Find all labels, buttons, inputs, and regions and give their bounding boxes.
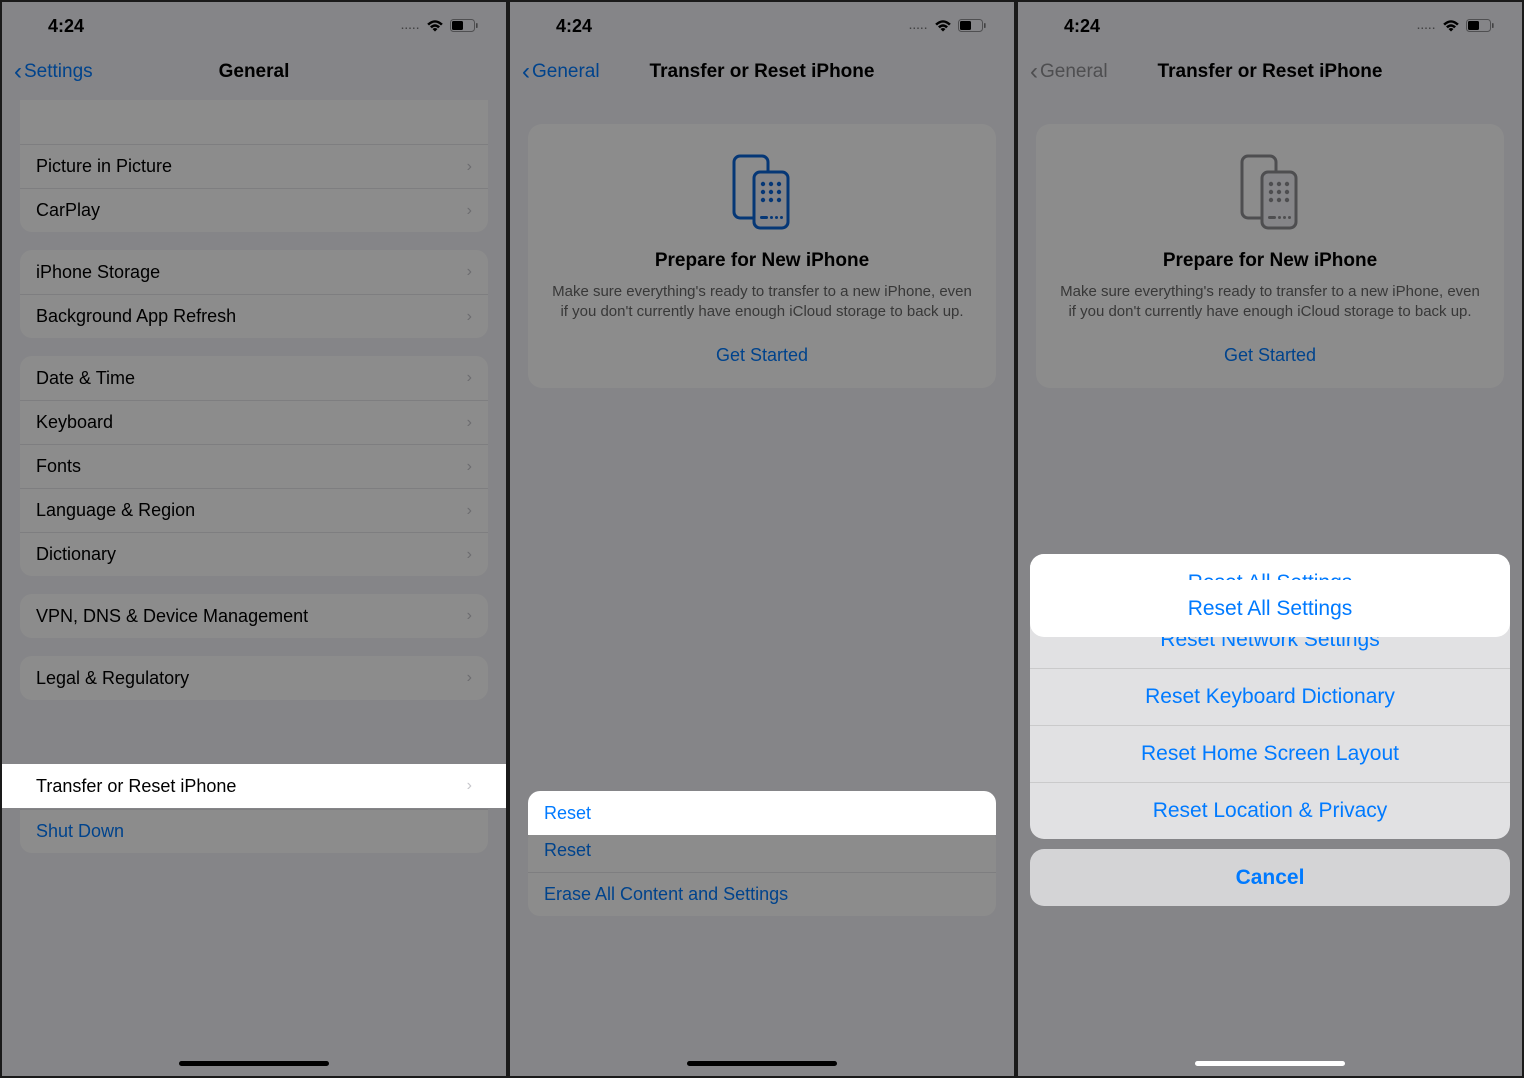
status-time: 4:24 [1064, 16, 1100, 37]
cellular-dots: ..... [401, 21, 420, 32]
reset-row-highlight[interactable]: Reset [528, 791, 996, 835]
cellular-dots: ..... [909, 21, 928, 32]
transfer-devices-icon [1058, 152, 1482, 232]
prepare-heading: Prepare for New iPhone [1058, 250, 1482, 272]
back-label: Settings [24, 61, 93, 83]
settings-row-dictionary[interactable]: Dictionary› [20, 532, 488, 576]
settings-row-iphone-storage[interactable]: iPhone Storage› [20, 250, 488, 294]
prepare-body: Make sure everything's ready to transfer… [1058, 282, 1482, 323]
get-started-link[interactable]: Get Started [1224, 345, 1316, 365]
prepare-heading: Prepare for New iPhone [550, 250, 974, 272]
transfer-devices-icon [550, 152, 974, 232]
nav-title: General [219, 61, 290, 83]
settings-row-legal[interactable]: Legal & Regulatory› [20, 656, 488, 700]
battery-icon [450, 16, 478, 37]
back-button-disabled: ‹ General [1030, 60, 1108, 84]
back-label: General [532, 61, 600, 83]
status-time: 4:24 [48, 16, 84, 37]
chevron-left-icon: ‹ [1030, 60, 1038, 84]
screenshot-general-settings: 4:24 ..... ‹ Settings General Picture in… [0, 0, 508, 1078]
sheet-cancel-button[interactable]: Cancel [1030, 849, 1510, 906]
settings-row-partial[interactable] [20, 100, 488, 144]
battery-icon [1466, 16, 1494, 37]
back-button[interactable]: ‹ Settings [14, 60, 93, 84]
chevron-right-icon: › [467, 263, 472, 281]
chevron-right-icon: › [467, 502, 472, 520]
get-started-link[interactable]: Get Started [716, 345, 808, 365]
prepare-card: Prepare for New iPhone Make sure everyth… [1036, 124, 1504, 388]
status-bar: 4:24 ..... [510, 2, 1014, 50]
home-indicator[interactable] [1195, 1061, 1345, 1066]
settings-row-shut-down[interactable]: Shut Down [20, 809, 488, 853]
wifi-icon [426, 16, 444, 37]
chevron-right-icon: › [467, 308, 472, 326]
chevron-right-icon: › [467, 458, 472, 476]
sheet-reset-all-settings-highlight[interactable]: Reset All Settings [1030, 580, 1510, 637]
chevron-right-icon: › [467, 369, 472, 387]
wifi-icon [1442, 16, 1460, 37]
screenshot-reset-sheet: 4:24 ..... ‹ General Transfer or Reset i… [1016, 0, 1524, 1078]
home-indicator[interactable] [687, 1061, 837, 1066]
erase-all-row[interactable]: Erase All Content and Settings [528, 872, 996, 916]
sheet-reset-home[interactable]: Reset Home Screen Layout [1030, 725, 1510, 782]
settings-row-picture-in-picture[interactable]: Picture in Picture› [20, 144, 488, 188]
settings-row-background-refresh[interactable]: Background App Refresh› [20, 294, 488, 338]
chevron-right-icon: › [467, 414, 472, 432]
chevron-right-icon: › [467, 158, 472, 176]
settings-row-language-region[interactable]: Language & Region› [20, 488, 488, 532]
battery-icon [958, 16, 986, 37]
nav-bar: ‹ Settings General [2, 50, 506, 94]
prepare-body: Make sure everything's ready to transfer… [550, 282, 974, 323]
nav-bar: ‹ General Transfer or Reset iPhone [510, 50, 1014, 94]
status-bar: 4:24 ..... [1018, 2, 1522, 50]
chevron-left-icon: ‹ [14, 60, 22, 84]
status-indicators: ..... [401, 16, 478, 37]
settings-row-date-time[interactable]: Date & Time› [20, 356, 488, 400]
settings-row-vpn-dns[interactable]: VPN, DNS & Device Management› [20, 594, 488, 638]
home-indicator[interactable] [179, 1061, 329, 1066]
back-label: General [1040, 61, 1108, 83]
nav-bar: ‹ General Transfer or Reset iPhone [1018, 50, 1522, 94]
prepare-card: Prepare for New iPhone Make sure everyth… [528, 124, 996, 388]
sheet-reset-keyboard[interactable]: Reset Keyboard Dictionary [1030, 668, 1510, 725]
wifi-icon [934, 16, 952, 37]
cellular-dots: ..... [1417, 21, 1436, 32]
chevron-right-icon: › [467, 669, 472, 687]
settings-row-transfer-reset[interactable]: Transfer or Reset iPhone› [2, 764, 506, 808]
chevron-right-icon: › [467, 202, 472, 220]
chevron-right-icon: › [467, 607, 472, 625]
nav-title: Transfer or Reset iPhone [650, 61, 875, 83]
chevron-right-icon: › [467, 777, 472, 795]
status-indicators: ..... [1417, 16, 1494, 37]
status-indicators: ..... [909, 16, 986, 37]
nav-title: Transfer or Reset iPhone [1158, 61, 1383, 83]
chevron-right-icon: › [467, 546, 472, 564]
screenshot-transfer-reset: 4:24 ..... ‹ General Transfer or Reset i… [508, 0, 1016, 1078]
sheet-reset-location[interactable]: Reset Location & Privacy [1030, 782, 1510, 839]
status-bar: 4:24 ..... [2, 2, 506, 50]
status-time: 4:24 [556, 16, 592, 37]
settings-row-keyboard[interactable]: Keyboard› [20, 400, 488, 444]
settings-row-fonts[interactable]: Fonts› [20, 444, 488, 488]
back-button[interactable]: ‹ General [522, 60, 600, 84]
settings-row-carplay[interactable]: CarPlay› [20, 188, 488, 232]
chevron-left-icon: ‹ [522, 60, 530, 84]
